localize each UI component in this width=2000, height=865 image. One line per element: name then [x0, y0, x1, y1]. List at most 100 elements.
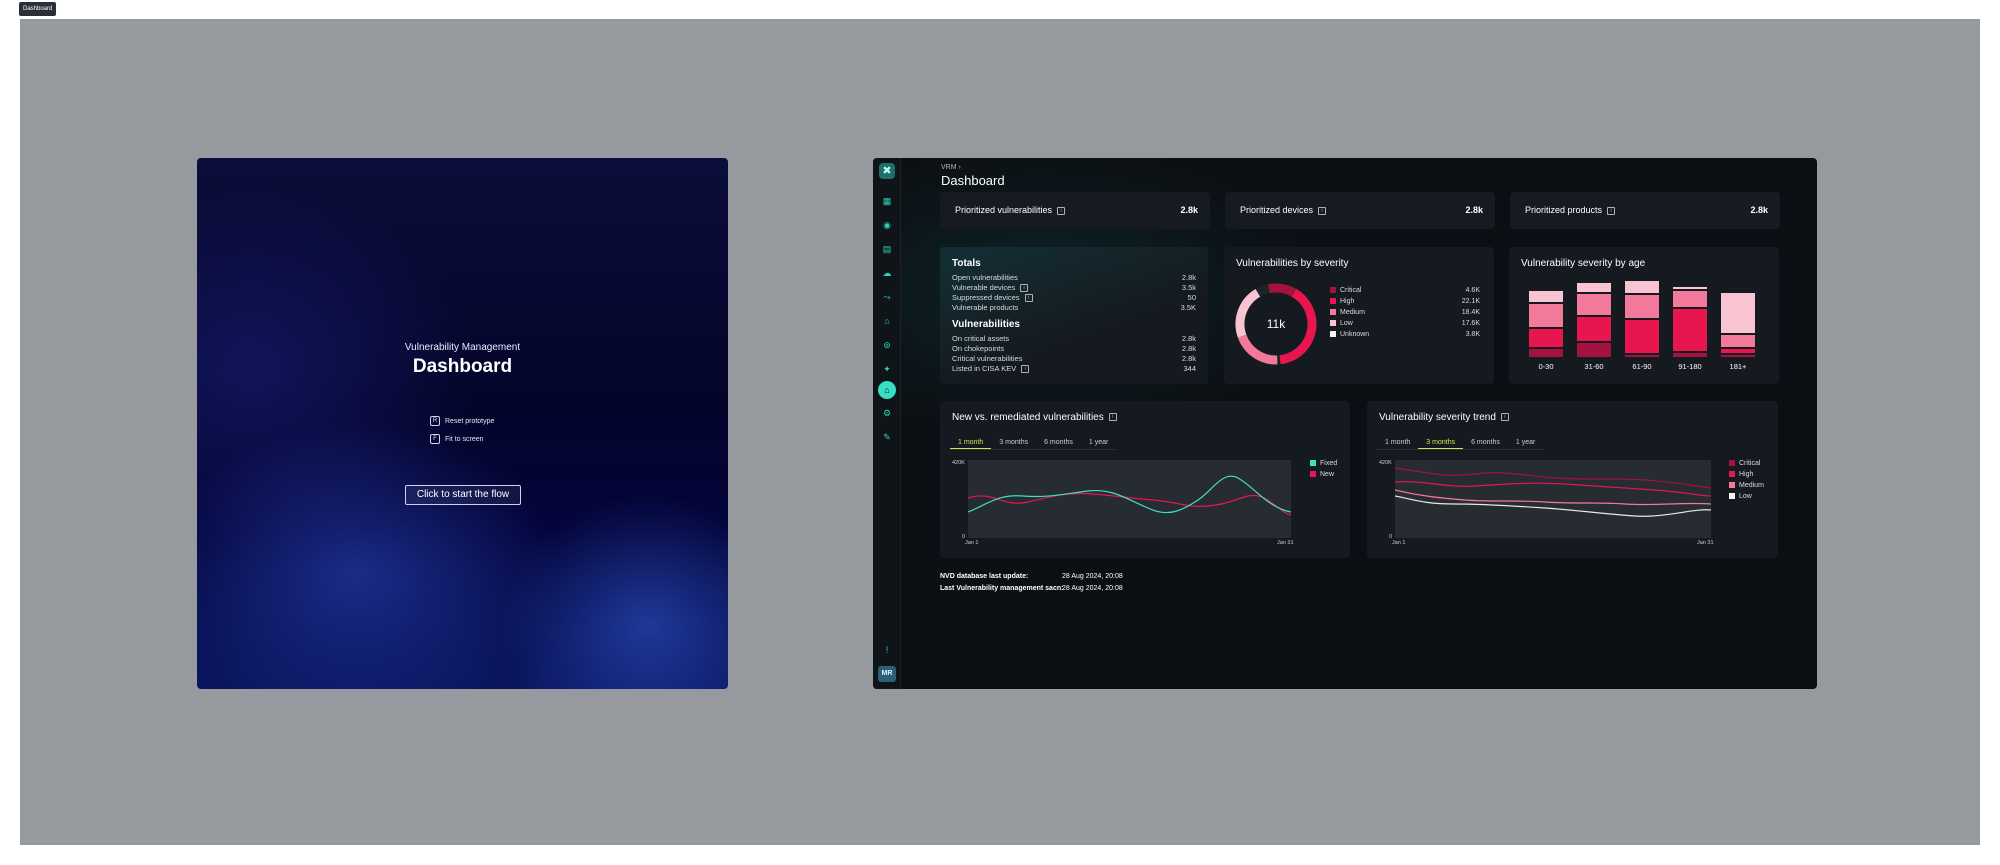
- severity-trend-title: Vulnerability severity trend i: [1379, 412, 1509, 423]
- legend-high: High: [1729, 471, 1753, 481]
- kpi-label: Prioritized devices i: [1240, 205, 1327, 215]
- age-bar-61-90: [1625, 281, 1659, 357]
- severity-donut: 11k: [1235, 283, 1317, 365]
- play-circle-icon[interactable]: ◉: [882, 220, 892, 230]
- reset-prototype-option[interactable]: R Reset prototype: [430, 416, 494, 426]
- tab-1-month[interactable]: 1 month: [950, 438, 992, 449]
- legend-fixed: Fixed: [1310, 460, 1337, 470]
- reset-prototype-label: Reset prototype: [445, 417, 495, 425]
- broadcast-icon[interactable]: ⊚: [882, 340, 892, 350]
- avatar[interactable]: MR: [878, 666, 896, 682]
- fit-to-screen-label: Fit to screen: [445, 435, 484, 443]
- age-bar-91-180: [1673, 287, 1707, 357]
- totals-row: Vulnerable products 3.5K: [952, 303, 1196, 312]
- start-flow-button[interactable]: Click to start the flow: [405, 485, 521, 505]
- info-icon[interactable]: i: [1020, 284, 1029, 293]
- severity-center-value: 11k: [1267, 317, 1286, 331]
- severity-legend-critical: Critical 4.6K: [1330, 287, 1480, 297]
- info-icon[interactable]: i: [1318, 206, 1327, 215]
- severity-legend-unknown: Unknown 3.8K: [1330, 331, 1480, 341]
- vulnerabilities-row: On critical assets 2.8k: [952, 334, 1196, 343]
- sparkle-icon[interactable]: ✦: [882, 364, 892, 374]
- kpi-prioritized-devices[interactable]: Prioritized devices i 2.8k: [1225, 192, 1495, 229]
- series-medium-line: [1394, 489, 1712, 506]
- document-icon[interactable]: ▤: [882, 244, 892, 254]
- vulnerabilities-row: Critical vulnerabilities 2.8k: [952, 354, 1196, 363]
- vulnerabilities-row: On chokepoints 2.8k: [952, 344, 1196, 353]
- info-icon[interactable]: i: [1057, 206, 1066, 215]
- app-logo-icon[interactable]: ✖: [879, 163, 895, 179]
- info-icon[interactable]: i: [1024, 294, 1033, 303]
- legend-critical: Critical: [1729, 460, 1760, 470]
- breadcrumb[interactable]: VRM ›: [941, 164, 961, 171]
- tab-1-year[interactable]: 1 year: [1081, 438, 1116, 449]
- y-axis-top-label: 420K: [1379, 460, 1392, 466]
- tab-3-months[interactable]: 3 months: [991, 438, 1036, 449]
- series-fixed-line: [967, 475, 1292, 514]
- totals-row: Open vulnerabilities 2.8k: [952, 273, 1196, 282]
- age-tick-label: 181+: [1730, 362, 1748, 371]
- info-icon[interactable]: i: [1607, 206, 1616, 215]
- fit-to-screen-option[interactable]: F Fit to screen: [430, 434, 484, 444]
- kpi-value: 2.8k: [1465, 205, 1483, 215]
- age-bar-0-30: [1529, 291, 1563, 357]
- severity-legend-low: Low 17.6K: [1330, 320, 1480, 330]
- age-tick-label: 0-30: [1538, 362, 1553, 371]
- legend-new: New: [1310, 471, 1334, 481]
- totals-row: Vulnerable devices i 3.5k: [952, 283, 1196, 293]
- grid-icon[interactable]: ▦: [882, 196, 892, 206]
- vrm-nav-icon[interactable]: ⌂: [878, 381, 896, 399]
- page-title: Dashboard: [941, 173, 1005, 188]
- tab-6-months[interactable]: 6 months: [1036, 438, 1081, 449]
- gear-icon[interactable]: ⚙: [882, 408, 892, 418]
- tab-6-months[interactable]: 6 months: [1463, 438, 1508, 449]
- kpi-prioritized-vulnerabilities[interactable]: Prioritized vulnerabilities i 2.8k: [940, 192, 1210, 229]
- age-bar-31-60: [1577, 283, 1611, 357]
- new-vs-remediated-card: New vs. remediated vulnerabilities i 1 mo…: [940, 401, 1350, 558]
- range-tabs: 1 month 3 months 6 months 1 year: [950, 438, 1117, 450]
- prototype-canvas: Vulnerability Management Dashboard R Res…: [20, 19, 1980, 845]
- wrench-icon[interactable]: ✎: [882, 432, 892, 442]
- kpi-prioritized-products[interactable]: Prioritized products i 2.8k: [1510, 192, 1780, 229]
- series-low-line: [1394, 495, 1712, 517]
- severity-by-age-title: Vulnerability severity by age: [1521, 258, 1646, 269]
- package-icon[interactable]: ⌂: [882, 316, 892, 326]
- vulnerabilities-row: Listed in CISA KEV i 344: [952, 364, 1196, 374]
- tab-1-month[interactable]: 1 month: [1377, 438, 1418, 449]
- age-tick-label: 61-90: [1632, 362, 1651, 371]
- alert-icon[interactable]: !: [882, 645, 892, 655]
- x-axis-start-label: Jan 1: [1392, 540, 1406, 546]
- intro-subtitle: Vulnerability Management: [404, 342, 521, 353]
- route-icon[interactable]: ⤳: [882, 292, 892, 302]
- last-scan-label: Last Vulnerability management sacn:: [940, 585, 1064, 592]
- new-vs-remediated-title: New vs. remediated vulnerabilities i: [952, 412, 1117, 423]
- age-bar-181-plus: [1721, 293, 1755, 357]
- severity-legend-medium: Medium 18.4K: [1330, 309, 1480, 319]
- severity-by-age-chart: 0-30 31-60 61-90 91-180 181+: [1529, 281, 1755, 371]
- fit-key-icon: F: [430, 434, 440, 444]
- totals-title: Totals: [952, 258, 981, 269]
- y-axis-top-label: 420K: [952, 460, 965, 466]
- vulnerabilities-subtitle: Vulnerabilities: [952, 319, 1020, 330]
- severity-trend-card: Vulnerability severity trend i 1 month 3 …: [1367, 401, 1778, 558]
- kpi-label: Prioritized products i: [1525, 205, 1616, 215]
- kpi-label: Prioritized vulnerabilities i: [955, 205, 1066, 215]
- nvd-update-label: NVD database last update:: [940, 573, 1029, 580]
- severity-by-age-card: Vulnerability severity by age 0-30 31-60…: [1509, 247, 1779, 384]
- age-tick-label: 91-180: [1678, 362, 1701, 371]
- info-icon[interactable]: i: [1108, 413, 1117, 422]
- series-high-line: [1394, 481, 1712, 497]
- page-tab-label[interactable]: Dashboard: [19, 2, 57, 16]
- range-tabs: 1 month 3 months 6 months 1 year: [1377, 438, 1544, 450]
- series-new-line: [967, 492, 1292, 516]
- info-icon[interactable]: i: [1021, 365, 1030, 374]
- x-axis-end-label: Jan 31: [1697, 540, 1714, 546]
- intro-card: Vulnerability Management Dashboard R Res…: [197, 158, 728, 689]
- severity-card: Vulnerabilities by severity 11k Critical…: [1224, 247, 1494, 384]
- severity-title: Vulnerabilities by severity: [1236, 258, 1349, 269]
- severity-legend-high: High 22.1K: [1330, 298, 1480, 308]
- tab-1-year[interactable]: 1 year: [1508, 438, 1543, 449]
- info-icon[interactable]: i: [1500, 413, 1509, 422]
- tab-3-months[interactable]: 3 months: [1418, 438, 1464, 449]
- cloud-icon[interactable]: ☁: [882, 268, 892, 278]
